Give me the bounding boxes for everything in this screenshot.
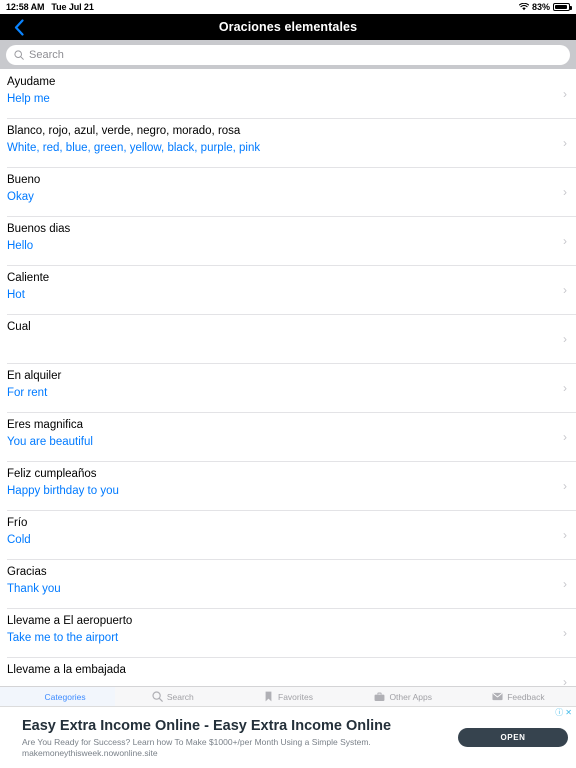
list-item[interactable]: Eres magnifica You are beautiful ›	[0, 412, 576, 461]
chevron-right-icon: ›	[563, 380, 567, 395]
tab-bar: Categories Search Favorites Other Apps F…	[0, 686, 576, 706]
ad-banner[interactable]: ⓘ ✕ Easy Extra Income Online - Easy Extr…	[0, 706, 576, 768]
ad-text: Easy Extra Income Online - Easy Extra In…	[22, 717, 448, 759]
phrase-term: En alquiler	[7, 370, 62, 382]
status-date: Tue Jul 21	[51, 2, 94, 12]
ad-title: Easy Extra Income Online - Easy Extra In…	[22, 717, 392, 734]
envelope-icon	[492, 691, 503, 702]
tab-feedback[interactable]: Feedback	[461, 687, 576, 706]
search-icon	[14, 49, 24, 60]
chevron-right-icon: ›	[563, 576, 567, 591]
tab-categories[interactable]: Categories	[0, 687, 116, 706]
phrase-translation: Take me to the airport	[7, 632, 119, 644]
phrase-term: Blanco, rojo, azul, verde, negro, morado…	[7, 125, 241, 137]
tab-label: Favorites	[278, 691, 313, 702]
phrase-translation: Thank you	[7, 583, 61, 595]
ad-open-button[interactable]: OPEN	[458, 728, 568, 747]
phrase-term: Gracias	[7, 566, 47, 578]
ad-url: makemoneythisweek.nowonline.site	[22, 747, 158, 758]
tab-label: Feedback	[507, 691, 545, 702]
list-item[interactable]: Gracias Thank you ›	[0, 559, 576, 608]
search-icon	[152, 691, 163, 702]
list-item[interactable]: Caliente Hot ›	[0, 265, 576, 314]
phrase-term: Frío	[7, 517, 28, 529]
close-icon[interactable]: ✕	[565, 709, 572, 717]
chevron-right-icon: ›	[563, 86, 567, 101]
chevron-right-icon: ›	[563, 429, 567, 444]
phrase-term: Llevame a la embajada	[7, 664, 126, 676]
tab-label: Search	[166, 691, 194, 702]
back-button[interactable]	[9, 17, 29, 37]
search-bar-container: Search	[0, 40, 576, 69]
phrase-translation: For rent	[7, 387, 48, 399]
grid-icon	[30, 691, 41, 702]
phrase-translation: Help me	[7, 93, 50, 105]
phrase-term: Llevame a El aeropuerto	[7, 615, 133, 627]
tab-other-apps[interactable]: Other Apps	[346, 687, 461, 706]
list-item[interactable]: Frío Cold ›	[0, 510, 576, 559]
phrase-list[interactable]: Ayudame Help me › Blanco, rojo, azul, verde…	[0, 69, 576, 686]
phrase-translation: Cold	[7, 534, 31, 546]
phrase-translation: Hot	[7, 289, 25, 301]
list-item[interactable]: Llevame a El aeropuerto Take me to the ai…	[0, 608, 576, 657]
list-item[interactable]: Bueno Okay ›	[0, 167, 576, 216]
chevron-right-icon: ›	[563, 674, 567, 687]
search-placeholder: Search	[29, 48, 64, 61]
search-input[interactable]: Search	[6, 44, 570, 65]
phrase-term: Caliente	[7, 272, 50, 284]
chevron-left-icon	[14, 18, 24, 36]
list-item[interactable]: Llevame a la embajada ›	[0, 657, 576, 686]
list-item[interactable]: Cual ›	[0, 314, 576, 363]
chevron-right-icon: ›	[563, 233, 567, 248]
tab-favorites[interactable]: Favorites	[230, 687, 345, 706]
wifi-icon	[518, 3, 529, 11]
chevron-right-icon: ›	[563, 282, 567, 297]
chevron-right-icon: ›	[563, 478, 567, 493]
list-item[interactable]: Ayudame Help me ›	[0, 69, 576, 118]
briefcase-icon	[374, 691, 385, 702]
status-bar: 12:58 AM Tue Jul 21 83%	[0, 0, 576, 14]
battery-percent: 83%	[531, 2, 550, 12]
phrase-term: Feliz cumpleaños	[7, 468, 97, 480]
phrase-translation: White, red, blue, green, yellow, black, …	[7, 142, 261, 154]
phrase-translation: You are beautiful	[7, 436, 93, 448]
phrase-translation: Okay	[7, 191, 34, 203]
chevron-right-icon: ›	[563, 625, 567, 640]
chevron-right-icon: ›	[563, 135, 567, 150]
chevron-right-icon: ›	[563, 331, 567, 346]
ad-subtitle: Are You Ready for Success? Learn how To …	[22, 736, 371, 747]
list-item[interactable]: En alquiler For rent ›	[0, 363, 576, 412]
tab-search[interactable]: Search	[115, 687, 230, 706]
list-item[interactable]: Feliz cumpleaños Happy birthday to you ›	[0, 461, 576, 510]
list-item[interactable]: Blanco, rojo, azul, verde, negro, morado…	[0, 118, 576, 167]
page-title: Oraciones elementales	[218, 20, 358, 34]
phrase-term: Eres magnifica	[7, 419, 84, 431]
phrase-term: Buenos dias	[7, 223, 71, 235]
battery-icon	[553, 3, 572, 11]
phrase-translation: Hello	[7, 240, 34, 252]
chevron-right-icon: ›	[563, 184, 567, 199]
bookmark-icon	[263, 691, 274, 702]
navigation-bar: Oraciones elementales	[0, 14, 576, 40]
phrase-term: Cual	[7, 321, 31, 333]
status-bar-right: 83%	[518, 2, 572, 12]
chevron-right-icon: ›	[563, 527, 567, 542]
phrase-term: Ayudame	[7, 76, 56, 88]
tab-label: Other Apps	[389, 691, 432, 702]
phrase-term: Bueno	[7, 174, 41, 186]
status-bar-left: 12:58 AM Tue Jul 21	[6, 2, 94, 12]
tab-label: Categories	[44, 691, 86, 702]
ad-badges: ⓘ ✕	[555, 709, 572, 717]
list-item[interactable]: Buenos dias Hello ›	[0, 216, 576, 265]
status-time: 12:58 AM	[6, 2, 45, 12]
phrase-translation: Happy birthday to you	[7, 485, 119, 497]
info-circle-icon[interactable]: ⓘ	[555, 709, 563, 717]
